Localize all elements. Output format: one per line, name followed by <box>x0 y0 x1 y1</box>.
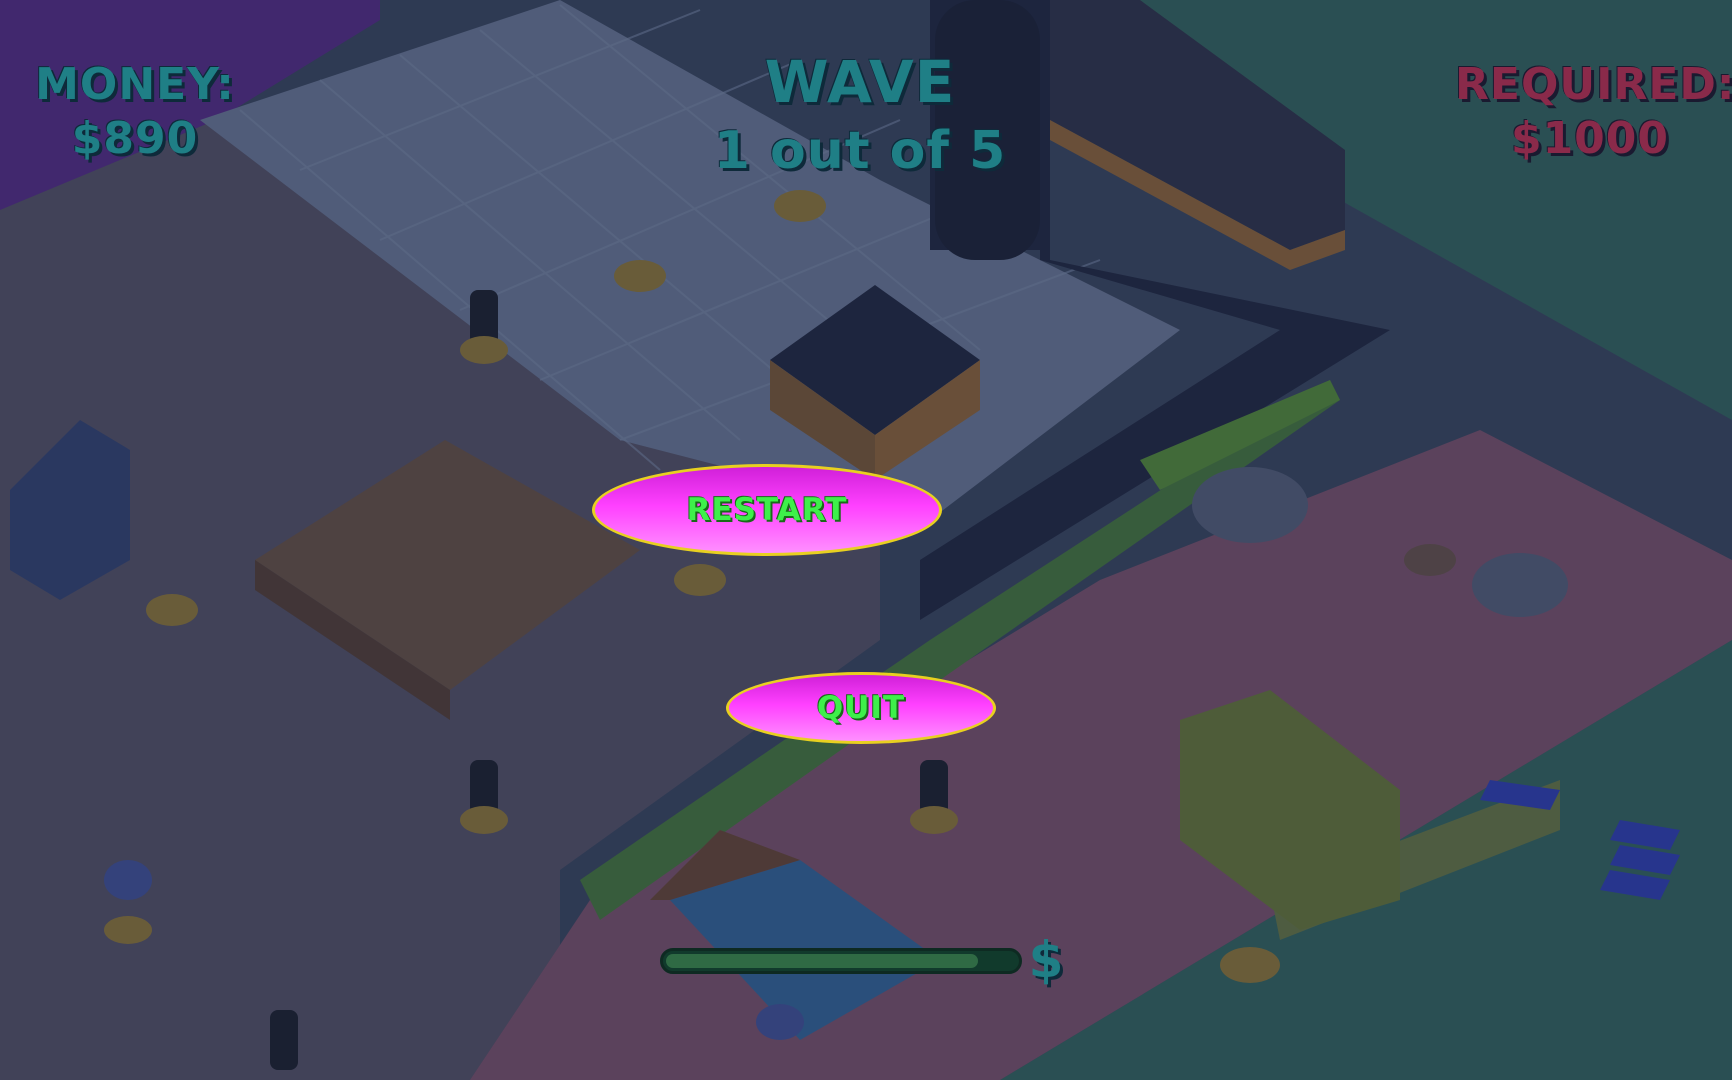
restart-button[interactable]: RESTART <box>592 464 942 556</box>
wave-counter: 1 out of 5 <box>713 121 1007 181</box>
wave-label: WAVE <box>764 48 956 116</box>
restart-button-label: RESTART <box>686 492 848 528</box>
dollar-icon: $ <box>1028 931 1064 989</box>
game-scene: MONEY: $890 WAVE 1 out of 5 REQUIRED: $1… <box>0 0 1732 1080</box>
required-value: $1000 <box>1510 113 1670 164</box>
money-value: $890 <box>71 113 199 164</box>
money-label: MONEY: <box>35 59 235 110</box>
money-progress-bar <box>660 948 1022 974</box>
money-progress-fill <box>666 954 978 968</box>
required-label: REQUIRED: <box>1455 59 1732 110</box>
quit-button[interactable]: QUIT <box>726 672 996 744</box>
quit-button-label: QUIT <box>816 690 906 726</box>
